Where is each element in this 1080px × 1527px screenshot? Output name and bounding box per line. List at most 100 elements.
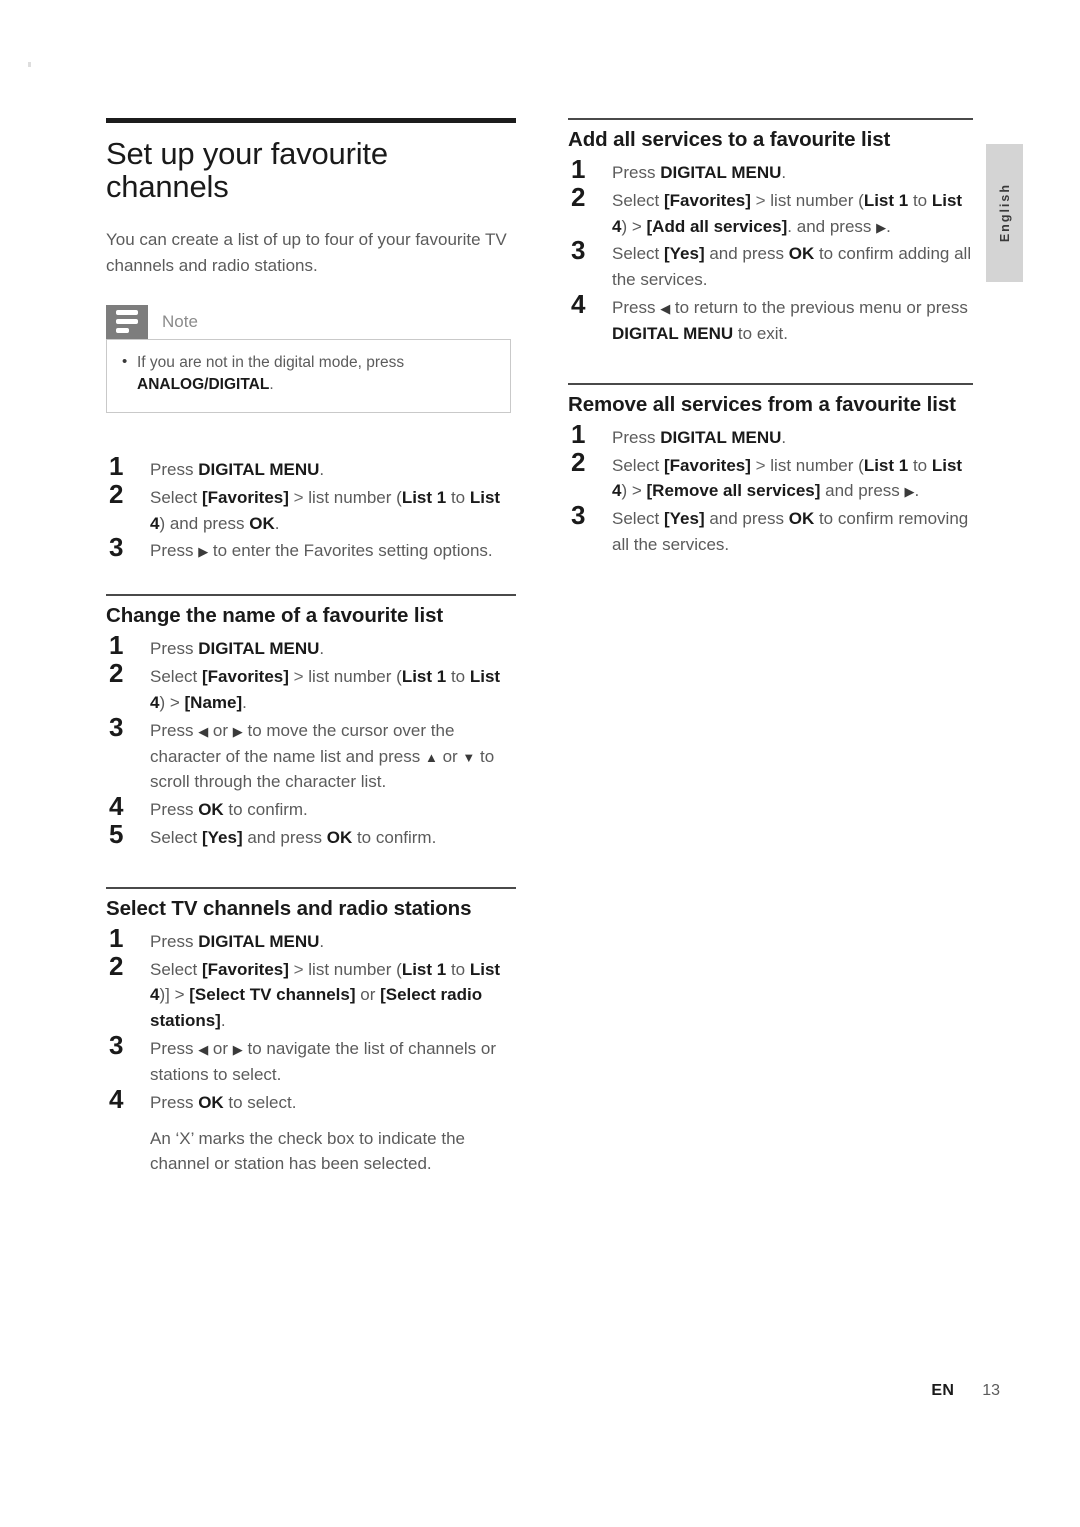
step-item: Press OK to select.	[106, 1083, 516, 1117]
step-text: Select	[612, 455, 664, 475]
step-text: to confirm.	[223, 800, 308, 820]
step-text: Press	[150, 541, 199, 561]
step-item: Select [Favorites] > list number (List 1…	[568, 181, 973, 240]
step-text: Press	[150, 1092, 199, 1112]
page-title: Set up your favourite channels	[106, 136, 388, 205]
path-separator: >	[288, 667, 309, 687]
direction-arrow-icon: ▶	[232, 1042, 243, 1058]
step-note: An ‘X’ marks the check box to indicate t…	[106, 1126, 516, 1178]
direction-arrow-icon: ◀	[198, 723, 209, 739]
emphasis-text: List 1	[401, 959, 447, 979]
page-footer: EN 13	[0, 1382, 1080, 1400]
right-sections: Add all services to a favourite list Pres…	[568, 118, 973, 558]
content-section: Select TV channels and radio stations Pre…	[106, 886, 516, 1178]
section-rule	[568, 382, 973, 385]
step-text: or	[437, 746, 463, 766]
section-rule	[106, 886, 516, 889]
emphasis-text: [Yes]	[663, 509, 705, 529]
step-text: and press	[704, 244, 789, 264]
emphasis-text: OK	[198, 800, 224, 820]
emphasis-text: DIGITAL MENU	[660, 162, 782, 182]
step-text: .	[319, 639, 325, 659]
step-text: Press	[612, 162, 661, 182]
step-text: Select	[612, 509, 664, 529]
step-text: An ‘X’ marks the check box to indicate t…	[150, 1128, 465, 1174]
section-rule	[106, 594, 516, 597]
step-item: Select [Yes] and press OK to confirm.	[106, 818, 516, 852]
direction-arrow-icon: ▶	[198, 544, 209, 560]
page-speck-mark	[28, 62, 31, 67]
step-text: ) and press	[159, 513, 250, 533]
step-item: Press DIGITAL MENU.	[106, 922, 516, 956]
emphasis-text: List 1	[401, 667, 447, 687]
step-text: Select	[612, 190, 664, 210]
step-item: Select [Favorites] > list number (List 1…	[106, 478, 516, 537]
step-text: list number (	[308, 487, 402, 507]
direction-arrow-icon: ▼	[462, 749, 476, 765]
step-text: Select	[150, 667, 202, 687]
content-section: Change the name of a favourite list Press…	[106, 594, 516, 852]
emphasis-text: [Add all services]	[646, 216, 788, 236]
step-item: Select [Favorites] > list number (List 1…	[106, 657, 516, 716]
step-item: Press ▶ to enter the Favorites setting o…	[106, 531, 516, 565]
step-text: .	[220, 1011, 226, 1031]
emphasis-text: [Favorites]	[201, 959, 289, 979]
direction-arrow-icon: ◀	[660, 301, 671, 317]
step-text: . and press	[787, 216, 877, 236]
step-text: Press	[150, 931, 199, 951]
step-text: ) >	[159, 692, 185, 712]
step-text: Press	[150, 459, 199, 479]
step-text: or	[208, 720, 233, 740]
step-text: .	[319, 931, 325, 951]
emphasis-text: DIGITAL MENU	[660, 427, 782, 447]
note-label: Note	[162, 311, 198, 331]
step-text: .	[274, 513, 280, 533]
step-text: to	[908, 455, 932, 475]
step-text: and press	[820, 481, 905, 501]
section-heading: Change the name of a favourite list	[106, 604, 444, 628]
left-sections: Change the name of a favourite list Press…	[106, 594, 516, 1177]
emphasis-text: [Remove all services]	[646, 481, 821, 501]
note-text-end: .	[269, 376, 274, 394]
note-box: Note If you are not in the digital mode,…	[106, 304, 511, 413]
step-text: list number (	[308, 667, 402, 687]
step-item: Press DIGITAL MENU.	[568, 153, 973, 187]
note-icon	[106, 304, 148, 339]
step-text: .	[914, 481, 920, 501]
step-text: Press	[150, 639, 199, 659]
step-text: and press	[242, 828, 327, 848]
path-separator: >	[750, 190, 771, 210]
emphasis-text: [Name]	[184, 692, 243, 712]
note-emphasis: ANALOG/DIGITAL	[137, 376, 270, 394]
step-item: Press OK to confirm.	[106, 790, 516, 824]
step-text: to	[446, 667, 470, 687]
emphasis-text: List 1	[863, 190, 909, 210]
note-text: If you are not in the digital mode, pres…	[137, 353, 405, 371]
step-text: and press	[704, 509, 789, 529]
emphasis-text: OK	[788, 509, 815, 529]
footer-language-code: EN	[931, 1382, 955, 1399]
content-section: Add all services to a favourite list Pres…	[568, 118, 973, 347]
section-heading: Add all services to a favourite list	[568, 128, 891, 151]
note-list: If you are not in the digital mode, pres…	[121, 351, 496, 397]
step-list: Press DIGITAL MENU. Select [Favorites] > …	[106, 922, 516, 1178]
step-item: Press DIGITAL MENU.	[568, 418, 973, 452]
emphasis-text: [Favorites]	[201, 667, 289, 687]
intro-paragraph: You can create a list of up to four of y…	[106, 230, 507, 276]
step-text: to return to the previous menu or press	[670, 298, 968, 318]
emphasis-text: List 1	[863, 455, 909, 475]
step-text: to enter the Favorites setting options.	[208, 541, 493, 561]
step-text: ) >	[621, 481, 647, 501]
emphasis-text: DIGITAL MENU	[198, 931, 320, 951]
step-text: to	[446, 959, 470, 979]
emphasis-text: [Select TV channels]	[189, 985, 356, 1005]
note-body: If you are not in the digital mode, pres…	[106, 338, 511, 413]
step-item: Press ◀ or ▶ to navigate the list of cha…	[106, 1029, 516, 1088]
step-text: .	[886, 216, 891, 236]
step-text: .	[781, 427, 787, 447]
step-text: Press	[150, 1039, 199, 1059]
step-text: Press	[150, 800, 199, 820]
right-column: Add all services to a favourite list Pres…	[568, 0, 973, 558]
step-item: Select [Yes] and press OK to confirm add…	[568, 234, 973, 293]
step-text: to	[908, 190, 932, 210]
